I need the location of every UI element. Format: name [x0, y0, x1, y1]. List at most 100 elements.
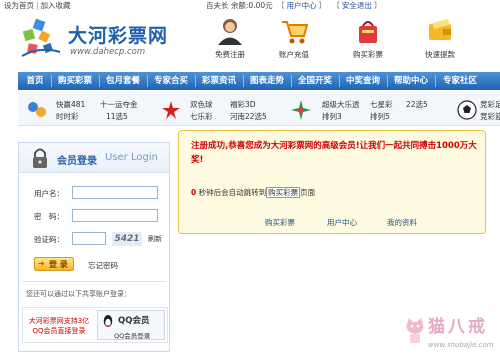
cart-icon	[282, 21, 309, 44]
logo-url: www.dahecp.com	[70, 47, 146, 57]
nav-monthly-package[interactable]: 包月套餐	[100, 72, 146, 90]
cubes-logo-icon	[21, 18, 61, 57]
balance-value: 0.00元	[248, 1, 273, 10]
nav-buy-lottery[interactable]: 购买彩票	[52, 72, 98, 90]
captcha-label: 验证码：	[34, 235, 64, 244]
nav-lottery-news[interactable]: 彩票资讯	[196, 72, 242, 90]
free-register-button[interactable]: 免费注册	[204, 16, 256, 64]
captcha-input[interactable]	[72, 232, 106, 245]
qq-login-button[interactable]: QQ会员 QQ会员登录	[97, 310, 165, 340]
quick-label: 账户充值	[279, 50, 309, 59]
login-divider	[22, 281, 166, 282]
login-button[interactable]: ➜ 登 录	[34, 257, 74, 271]
wallet-icon	[429, 19, 451, 40]
lottery-link[interactable]: 七星彩	[370, 99, 393, 110]
lottery-group: 快赢481 十一运夺金 时时彩 11选5	[26, 96, 138, 122]
redirect-link[interactable]: 购买彩票	[266, 187, 301, 198]
quick-label: 购买彩票	[353, 50, 383, 59]
lottery-link[interactable]: 快赢481	[56, 99, 85, 110]
nav-expert-group-buy[interactable]: 专家合买	[148, 72, 194, 90]
lottery-link[interactable]: 竞彩足	[480, 99, 500, 110]
login-button-label: 登 录	[49, 260, 68, 269]
nav-chart-trends[interactable]: 图表走势	[244, 72, 290, 90]
watermark-url: www.shubajie.com	[428, 341, 494, 349]
lottery-link[interactable]: 时时彩	[56, 111, 79, 122]
buy-lottery-button[interactable]: 购买彩票	[342, 16, 394, 64]
redirect-text-pre: 秒钟后会自动跳转到	[198, 188, 267, 197]
nav-help-center[interactable]: 帮助中心	[388, 72, 434, 90]
lottery-link[interactable]: 河南22选5	[230, 111, 267, 122]
quick-label: 免费注册	[215, 50, 245, 59]
logout-link[interactable]: 安全退出	[342, 1, 372, 10]
forgot-password-link[interactable]: 忘记密码	[88, 260, 118, 271]
welfare-lottery-icon	[162, 101, 180, 119]
balance-label: 余额:	[230, 1, 249, 10]
registration-success-panel: 注册成功,恭喜您成为大河彩票网的高级会员!让我们一起共同搏击1000万大奖! 0…	[178, 130, 486, 234]
lock-icon	[33, 148, 47, 168]
lottery-link[interactable]: 排列5	[370, 111, 390, 122]
nav-home[interactable]: 首页	[20, 72, 50, 90]
set-home-link[interactable]: 设为首页	[4, 1, 34, 10]
lottery-link[interactable]: 七乐彩	[190, 111, 213, 122]
lottery-link[interactable]: 排列3	[322, 111, 342, 122]
redirect-notice: 0 秒钟后会自动跳转到 购买彩票 页面	[191, 187, 315, 198]
sports-lottery-icon	[291, 100, 311, 120]
login-title: 会员登录	[57, 156, 97, 167]
nav-prize-check[interactable]: 中奖查询	[340, 72, 386, 90]
bracket-close: 】	[373, 1, 382, 10]
lottery-link[interactable]: 福彩3D	[230, 99, 256, 110]
countdown-number: 0	[191, 188, 197, 197]
soccer-ball-icon	[457, 100, 477, 120]
watermark: 猫八戒 www.shubajie.com	[400, 312, 496, 358]
username-input[interactable]	[72, 186, 158, 199]
quick-label: 快速提款	[425, 50, 455, 59]
captcha-image: 5421	[112, 232, 142, 246]
lottery-balls-icon	[28, 102, 46, 117]
login-arrow-icon: ➜	[38, 259, 45, 268]
top-utility-bar: 设为首页 | 加入收藏 百夫长 余额:0.00元 【用户中心】 【安全退出】	[0, 0, 500, 12]
success-headline: 注册成功,恭喜您成为大河彩票网的高级会员!让我们一起共同搏击1000万大奖!	[191, 141, 477, 165]
account-recharge-button[interactable]: 账户充值	[268, 16, 320, 64]
qq-penguin-icon	[103, 315, 113, 327]
nav-expert-community[interactable]: 专家社区	[436, 72, 484, 90]
top-left-links: 设为首页 | 加入收藏	[4, 0, 71, 12]
bracket-close: 】	[318, 1, 327, 10]
share-login-note: 您还可以通过以下共享账户登录：	[26, 290, 131, 298]
lottery-quick-bar: 快赢481 十一运夺金 时时彩 11选5 双色球 福彩3D 七乐彩 河南22选5…	[18, 92, 500, 126]
nav-national-draws[interactable]: 全国开奖	[292, 72, 338, 90]
qq-login-subtitle: QQ会员登录	[114, 332, 151, 340]
lottery-link[interactable]: 超级大乐透	[322, 99, 360, 110]
user-center-link[interactable]: 用户中心	[287, 1, 317, 10]
main-nav: 首页 购买彩票 包月套餐 专家合买 彩票资讯 图表走势 全国开奖 中奖查询 帮助…	[18, 72, 500, 90]
lottery-link[interactable]: 11选5	[106, 111, 128, 122]
cat-mascot-icon	[406, 318, 424, 343]
person-icon	[218, 19, 242, 45]
site-logo[interactable]: 大河彩票网 www.dahecp.com	[20, 18, 170, 60]
lottery-link[interactable]: 十一运夺金	[100, 99, 138, 110]
bracket-open: 【	[332, 1, 340, 10]
my-profile-link[interactable]: 我的资料	[387, 217, 417, 228]
lottery-link[interactable]: 竞彩篮	[480, 111, 500, 122]
watermark-text: 猫八戒	[428, 317, 488, 337]
qq-login-box: 大河彩票网支持3亿QQ会员直接登录 QQ会员 QQ会员登录	[22, 307, 168, 343]
login-title-en: User Login	[105, 152, 158, 163]
top-right-account: 百夫长 余额:0.00元 【用户中心】 【安全退出】	[206, 0, 383, 12]
bookmark-link[interactable]: 加入收藏	[41, 1, 71, 10]
qq-login-title: QQ会员	[118, 316, 150, 326]
redirect-text-post: 页面	[300, 188, 316, 197]
refresh-captcha-link[interactable]: 刷新	[148, 234, 162, 244]
password-label: 密 码：	[34, 212, 64, 221]
username-label: 用户名：	[34, 189, 64, 198]
lottery-link[interactable]: 22选5	[406, 99, 428, 110]
bag-icon	[359, 21, 377, 43]
buy-lottery-link[interactable]: 购买彩票	[265, 217, 295, 228]
login-header: 会员登录 User Login	[19, 143, 169, 173]
lottery-link[interactable]: 双色球	[190, 99, 213, 110]
quick-withdraw-button[interactable]: 快速提款	[414, 16, 466, 64]
logo-name: 大河彩票网	[68, 25, 169, 47]
password-input[interactable]	[72, 209, 158, 222]
user-center-link[interactable]: 用户中心	[327, 217, 357, 228]
lottery-group: 竞彩足 竞彩篮	[456, 96, 500, 122]
username: 百夫长	[206, 1, 229, 10]
qq-promo-text: 大河彩票网支持3亿QQ会员直接登录	[28, 317, 90, 335]
